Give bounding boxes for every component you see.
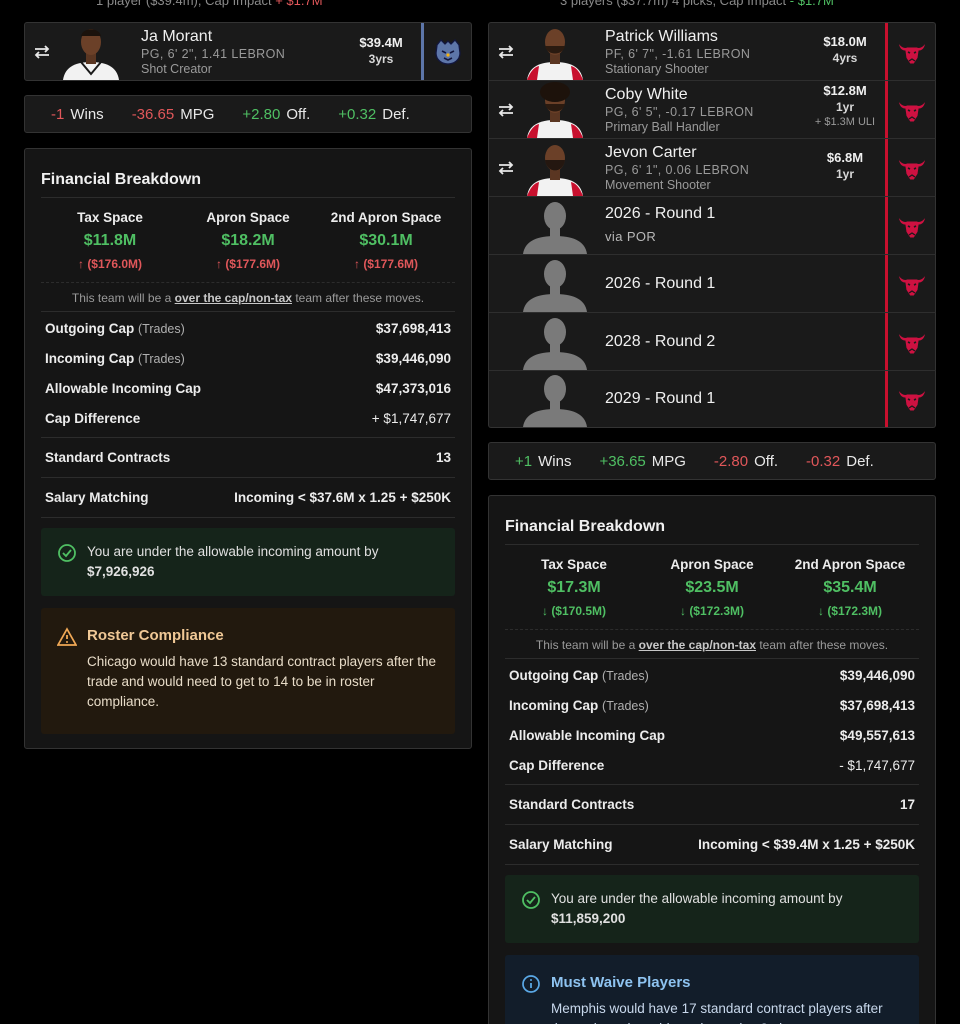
under-allowable-alert: You are under the allowable incoming amo… — [505, 875, 919, 943]
player-headshot — [523, 139, 587, 196]
draft-pick-card[interactable]: 2028 - Round 2 — [488, 312, 936, 370]
grizzlies-logo — [421, 23, 471, 80]
tax-space: Tax Space $17.3M ↓ ($170.5M) — [541, 557, 607, 618]
bulls-logo — [885, 371, 935, 427]
incoming-cap-row: Incoming Cap (Trades) $39,446,090 — [45, 350, 451, 366]
financial-breakdown-panel: Financial Breakdown Tax Space $11.8M ↑ (… — [24, 148, 472, 749]
left-summary: 1 player ($39.4m), Cap Impact + $1.7M — [96, 0, 323, 8]
bulls-logo — [885, 139, 935, 196]
left-team-column: Ja Morant PG, 6' 2", 1.41 LEBRON Shot Cr… — [24, 22, 472, 749]
pick-name: 2026 - Round 1 — [605, 274, 716, 292]
pick-via: via POR — [605, 229, 657, 244]
contract-amount: $39.4M — [359, 35, 403, 50]
apron-space: Apron Space $23.5M ↓ ($172.3M) — [670, 557, 754, 618]
player-headshot — [523, 81, 587, 138]
bulls-logo — [885, 23, 935, 80]
allowable-cap-row: Allowable Incoming Cap $49,557,613 — [509, 727, 915, 743]
player-placeholder — [523, 313, 587, 370]
standard-contracts-row: Standard Contracts 17 — [509, 797, 915, 812]
standard-contracts-row: Standard Contracts 13 — [45, 450, 451, 465]
cap-status-link[interactable]: over the cap/non-tax — [175, 291, 292, 305]
draft-pick-card[interactable]: 2026 - Round 1 — [488, 254, 936, 312]
pick-name: 2029 - Round 1 — [605, 390, 716, 407]
swap-arrows-icon[interactable] — [489, 81, 523, 138]
player-card[interactable]: Coby White PG, 6' 5", -0.17 LEBRON Prima… — [488, 80, 936, 138]
arrow-up-icon: ↑ — [77, 257, 84, 271]
bulls-logo — [885, 255, 935, 312]
financial-breakdown-panel: Financial Breakdown Tax Space $17.3M ↓ (… — [488, 495, 936, 1024]
player-placeholder — [523, 371, 587, 427]
draft-pick-card[interactable]: 2029 - Round 1 — [488, 370, 936, 428]
swap-arrows-icon[interactable] — [489, 23, 523, 80]
player-name[interactable]: Patrick Williams — [605, 28, 805, 46]
swap-arrows-icon[interactable] — [25, 23, 59, 80]
pick-name: 2028 - Round 2 — [605, 332, 716, 350]
player-card[interactable]: Ja Morant PG, 6' 2", 1.41 LEBRON Shot Cr… — [24, 22, 472, 81]
player-name[interactable]: Ja Morant — [141, 28, 341, 46]
player-headshot — [59, 23, 123, 80]
arrow-up-icon: ↑ — [353, 257, 360, 271]
player-name[interactable]: Jevon Carter — [605, 144, 805, 162]
draft-pick-card[interactable]: 2026 - Round 1 via POR — [488, 196, 936, 254]
cap-status-note: This team will be a over the cap/non-tax… — [505, 629, 919, 658]
second-apron-space: 2nd Apron Space $35.4M ↓ ($172.3M) — [794, 557, 906, 618]
player-headshot — [523, 23, 587, 80]
player-role: Shot Creator — [141, 62, 212, 76]
warning-triangle-icon — [56, 626, 87, 712]
salary-matching-row: Salary Matching Incoming < $37.6M x 1.25 … — [45, 490, 451, 505]
cap-difference-row: Cap Difference - $1,747,677 — [509, 757, 915, 773]
outgoing-cap-row: Outgoing Cap (Trades) $39,446,090 — [509, 667, 915, 683]
salary-matching-row: Salary Matching Incoming < $39.4M x 1.25 … — [509, 837, 915, 852]
right-team-column: Patrick Williams PF, 6' 7", -1.61 LEBRON… — [488, 22, 936, 1024]
allowable-cap-row: Allowable Incoming Cap $47,373,016 — [45, 380, 451, 396]
arrow-up-icon: ↑ — [215, 257, 222, 271]
tax-space: Tax Space $11.8M ↑ ($176.0M) — [77, 210, 143, 271]
outgoing-assets-list: Patrick Williams PF, 6' 7", -1.61 LEBRON… — [488, 22, 936, 428]
swap-arrows-icon[interactable] — [489, 139, 523, 196]
contract-years: 3yrs — [368, 52, 394, 66]
apron-space: Apron Space $18.2M ↑ ($177.6M) — [206, 210, 290, 271]
cap-difference-row: Cap Difference + $1,747,677 — [45, 410, 451, 426]
must-waive-alert: Must Waive Players Memphis would have 17… — [505, 955, 919, 1024]
outgoing-cap-row: Outgoing Cap (Trades) $37,698,413 — [45, 320, 451, 336]
cap-status-link[interactable]: over the cap/non-tax — [639, 638, 756, 652]
player-meta: PG, 6' 2", 1.41 LEBRON — [141, 47, 286, 61]
bulls-logo — [885, 313, 935, 370]
under-allowable-alert: You are under the allowable incoming amo… — [41, 528, 455, 596]
right-summary: 3 players ($37.7m) 4 picks, Cap Impact -… — [560, 0, 834, 8]
arrow-down-icon: ↓ — [817, 604, 824, 618]
info-circle-icon — [521, 973, 551, 1024]
bulls-logo — [885, 81, 935, 138]
bulls-logo — [885, 197, 935, 254]
pick-name: 2026 - Round 1 — [605, 205, 716, 222]
team-impact-bar: -1 Wins -36.65 MPG +2.80 Off. +0.32 Def. — [24, 95, 472, 133]
player-name[interactable]: Coby White — [605, 86, 805, 104]
arrow-down-icon: ↓ — [679, 604, 686, 618]
team-impact-bar: +1 Wins +36.65 MPG -2.80 Off. -0.32 Def. — [488, 442, 936, 480]
check-circle-icon — [521, 889, 551, 929]
roster-compliance-alert: Roster Compliance Chicago would have 13 … — [41, 608, 455, 734]
second-apron-space: 2nd Apron Space $30.1M ↑ ($177.6M) — [330, 210, 442, 271]
player-card[interactable]: Patrick Williams PF, 6' 7", -1.61 LEBRON… — [488, 22, 936, 80]
arrow-down-icon: ↓ — [541, 604, 548, 618]
cap-status-note: This team will be a over the cap/non-tax… — [41, 282, 455, 311]
player-placeholder — [523, 255, 587, 312]
check-circle-icon — [57, 542, 87, 582]
player-placeholder — [523, 197, 587, 254]
panel-title: Financial Breakdown — [41, 171, 455, 198]
incoming-cap-row: Incoming Cap (Trades) $37,698,413 — [509, 697, 915, 713]
panel-title: Financial Breakdown — [505, 518, 919, 545]
player-card[interactable]: Jevon Carter PG, 6' 1", 0.06 LEBRON Move… — [488, 138, 936, 196]
